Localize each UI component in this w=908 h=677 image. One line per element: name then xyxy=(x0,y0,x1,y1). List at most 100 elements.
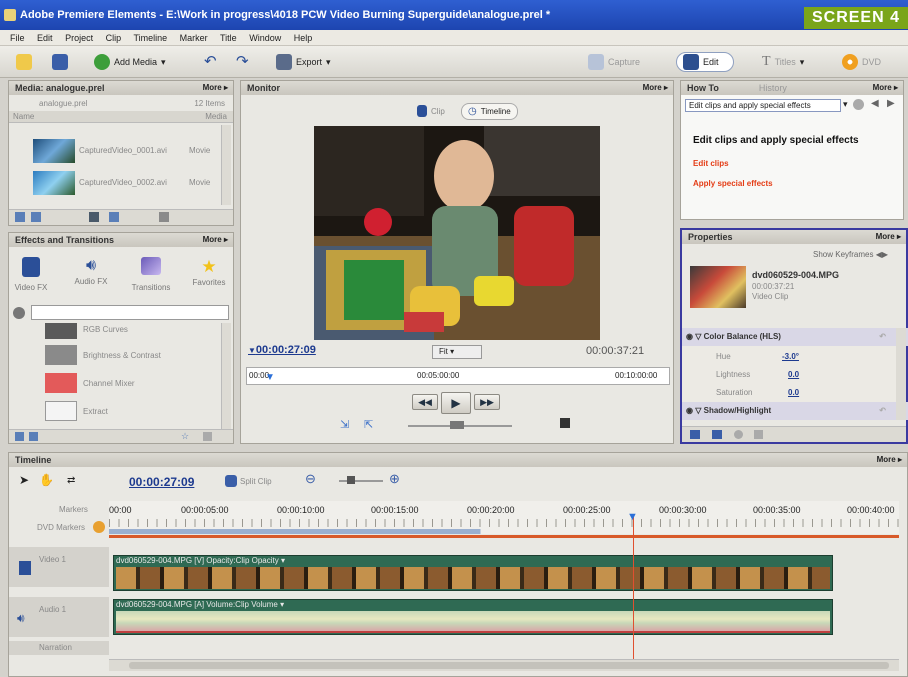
zoom-slider[interactable] xyxy=(339,480,383,482)
param-value[interactable]: 0.0 xyxy=(788,366,799,384)
play-button[interactable]: ▶ xyxy=(441,392,471,414)
reset-icon[interactable]: ↶ xyxy=(879,328,886,346)
media-more-menu[interactable]: More ▸ xyxy=(203,81,228,95)
find-icon[interactable] xyxy=(89,212,99,222)
forward-arrow-icon[interactable]: ▶ xyxy=(887,98,895,109)
effects-scrollbar[interactable] xyxy=(221,323,231,429)
monitor-current-time[interactable]: ▼00:00:27:09 xyxy=(248,344,316,356)
monitor-ruler[interactable]: 00:00 00:05:00:00 00:10:00:00 ▼ xyxy=(246,367,670,385)
back-arrow-icon[interactable]: ◀ xyxy=(871,98,879,109)
show-keyframes-button[interactable]: Show Keyframes ◀▶ xyxy=(813,250,888,259)
howto-link-edit-clips[interactable]: Edit clips xyxy=(693,159,729,168)
tab-timeline[interactable]: ◷ Timeline xyxy=(461,103,518,120)
media-scrollbar[interactable] xyxy=(221,125,231,205)
new-project-button[interactable] xyxy=(16,52,32,72)
time-stretch-icon[interactable]: ⇄ xyxy=(67,475,75,486)
properties-more-menu[interactable]: More ▸ xyxy=(876,230,901,244)
timeline-scrollbar[interactable] xyxy=(109,659,899,671)
capture-tab[interactable]: Capture xyxy=(588,52,640,72)
export-button[interactable]: Export ▾ xyxy=(276,52,331,72)
render-icon[interactable] xyxy=(690,430,700,439)
param-value[interactable]: 0.0 xyxy=(788,384,799,402)
chevron-down-icon[interactable]: ▾ xyxy=(843,99,848,110)
transitions-category[interactable]: Transitions xyxy=(129,257,173,297)
speaker-icon[interactable]: 🔊︎ xyxy=(17,611,25,626)
split-clip-button[interactable]: Split Clip xyxy=(225,475,272,487)
effect-row-color-balance[interactable]: ◉ ▽ Color Balance (HLS) ↶ xyxy=(682,328,908,346)
delete-icon[interactable] xyxy=(203,432,212,441)
column-name[interactable]: Name xyxy=(13,112,34,121)
audio-clip[interactable]: dvd060529-004.MPG [A] Volume:Clip Volume… xyxy=(113,599,833,635)
menu-title[interactable]: Title xyxy=(220,33,237,43)
effect-icon[interactable] xyxy=(712,430,722,439)
menu-window[interactable]: Window xyxy=(249,33,281,43)
delete-icon[interactable] xyxy=(159,212,169,222)
howto-link-apply-effects[interactable]: Apply special effects xyxy=(693,179,773,188)
history-tab[interactable]: History xyxy=(759,83,787,93)
menu-clip[interactable]: Clip xyxy=(106,33,122,43)
icon-view-icon[interactable] xyxy=(29,432,38,441)
hand-tool-icon[interactable]: ✋ xyxy=(39,473,54,487)
timeline-ruler[interactable]: 00:00 00:00:05:00 00:00:10:00 00:00:15:0… xyxy=(109,501,899,529)
icon-view-icon[interactable] xyxy=(31,212,41,222)
param-value[interactable]: -3.0° xyxy=(782,348,799,366)
zoom-out-icon[interactable]: ⊖ xyxy=(305,471,316,487)
timer-icon[interactable] xyxy=(734,430,743,439)
list-view-icon[interactable] xyxy=(15,432,24,441)
column-media[interactable]: Media xyxy=(205,112,227,121)
video-clip[interactable]: dvd060529-004.MPG [V] Opacity:Clip Opaci… xyxy=(113,555,833,591)
safe-margins-icon[interactable] xyxy=(560,418,570,428)
playhead-handle[interactable]: ▼ xyxy=(265,372,275,383)
menu-help[interactable]: Help xyxy=(294,33,313,43)
howto-more-menu[interactable]: More ▸ xyxy=(873,81,898,95)
reset-icon[interactable]: ↶ xyxy=(879,402,886,420)
save-button[interactable] xyxy=(52,52,68,72)
step-back-button[interactable]: ◀◀ xyxy=(412,394,438,410)
menu-edit[interactable]: Edit xyxy=(37,33,53,43)
audio-fx-category[interactable]: 🔊︎ Audio FX xyxy=(71,257,111,297)
list-view-icon[interactable] xyxy=(15,212,25,222)
menu-file[interactable]: File xyxy=(10,33,25,43)
playhead-handle[interactable]: ▼ xyxy=(627,511,638,523)
step-forward-button[interactable]: ▶▶ xyxy=(474,394,500,410)
effect-row-shadow-highlight[interactable]: ◉ ▽ Shadow/Highlight ↶ xyxy=(682,402,908,420)
shuttle-handle[interactable] xyxy=(450,421,464,429)
favorites-category[interactable]: ★ Favorites xyxy=(187,257,231,297)
zoom-fit-select[interactable]: Fit ▾ xyxy=(432,345,482,359)
set-out-icon[interactable]: ⇱ xyxy=(364,418,373,431)
add-media-button[interactable]: Add Media ▾ xyxy=(94,52,166,72)
timeline-current-time[interactable]: 00:00:27:09 xyxy=(129,475,194,489)
video-preview[interactable] xyxy=(314,126,600,340)
menu-timeline[interactable]: Timeline xyxy=(133,33,167,43)
menu-marker[interactable]: Marker xyxy=(180,33,208,43)
expand-icon[interactable]: ▽ xyxy=(695,332,701,341)
expand-icon[interactable]: ▽ xyxy=(695,406,701,415)
media-item[interactable]: CapturedVideo_0001.avi Movie xyxy=(9,137,219,165)
edit-tab[interactable]: Edit xyxy=(676,52,734,72)
titles-tab[interactable]: T Titles ▾ xyxy=(762,52,804,72)
video-track-header[interactable]: Video 1 xyxy=(9,547,109,587)
effects-search-input[interactable] xyxy=(31,305,229,320)
dvd-tab[interactable]: DVD xyxy=(842,52,881,72)
home-icon[interactable] xyxy=(853,99,864,110)
favorite-star-icon[interactable]: ☆ xyxy=(181,431,189,442)
howto-topic-select[interactable]: Edit clips and apply special effects xyxy=(685,99,841,112)
redo-button[interactable]: ↷ xyxy=(236,52,249,72)
eye-icon[interactable]: ◉ xyxy=(686,332,693,341)
selection-tool-icon[interactable]: ➤ xyxy=(19,473,29,487)
howto-tab[interactable]: How To xyxy=(687,83,719,93)
work-area-bar[interactable] xyxy=(109,529,899,534)
media-item[interactable]: CapturedVideo_0002.avi Movie xyxy=(9,169,219,197)
properties-scrollbar[interactable] xyxy=(896,328,906,420)
video-track-icon[interactable] xyxy=(19,561,31,575)
monitor-more-menu[interactable]: More ▸ xyxy=(643,81,668,95)
tab-clip[interactable]: Clip xyxy=(417,105,445,117)
audio-track-header[interactable]: 🔊︎ Audio 1 xyxy=(9,597,109,637)
undo-button[interactable]: ↶ xyxy=(204,52,217,72)
zoom-slider-handle[interactable] xyxy=(347,476,355,484)
menu-project[interactable]: Project xyxy=(65,33,93,43)
set-in-icon[interactable]: ⇲ xyxy=(340,418,349,431)
timeline-more-menu[interactable]: More ▸ xyxy=(877,453,902,467)
zoom-in-icon[interactable]: ⊕ xyxy=(389,471,400,487)
delete-icon[interactable] xyxy=(754,430,763,439)
